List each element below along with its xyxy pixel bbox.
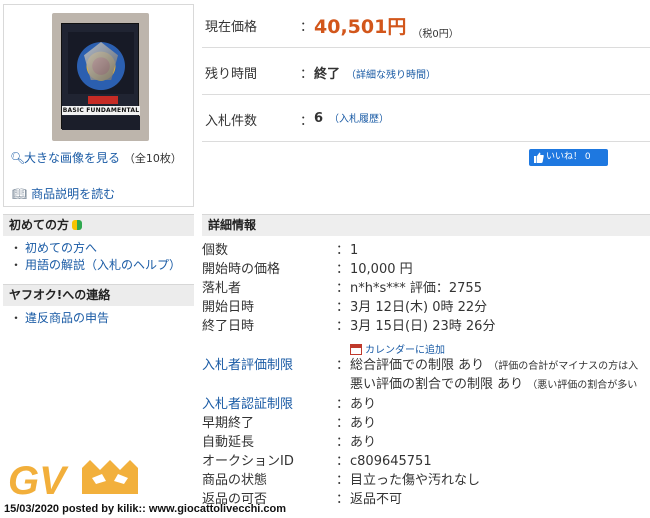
sidebar-item-glossary[interactable]: ・用語の解説（入札のヘルプ） <box>10 257 181 273</box>
colon: ： <box>336 492 350 507</box>
view-large-image-link[interactable]: 大きな画像を見る <box>24 151 120 165</box>
colon: ： <box>336 435 350 450</box>
detail-value: 総合評価での制限 あり <box>350 358 485 373</box>
sidebar-item-label: 初めての方へ <box>25 241 98 255</box>
detail-key: 商品の状態 <box>202 473 268 488</box>
magnifier-icon: 🔍︎ <box>10 151 26 165</box>
like-button[interactable]: いいね！ 0 <box>529 149 608 166</box>
colon: ： <box>300 20 314 35</box>
colon: ： <box>300 114 314 129</box>
current-price-label: 現在価格 <box>205 20 258 35</box>
colon: ： <box>300 67 314 82</box>
time-left-value: 終了 <box>314 67 341 82</box>
bid-count-row: 入札件数 ： 6 （入札履歴） <box>202 96 650 142</box>
detail-value: n*h*s*** 評価：2755 <box>350 281 482 296</box>
detail-key: 早期終了 <box>202 416 255 431</box>
detail-note: （悪い評価の割合が多い <box>527 380 638 391</box>
detail-key: 開始時の価格 <box>202 262 281 277</box>
box-base <box>62 116 140 130</box>
colon: ： <box>336 358 350 373</box>
box-title-strip: BASIC FUNDAMENTAL <box>62 106 140 115</box>
thumbs-up-icon <box>534 152 544 163</box>
detail-value: あり <box>350 397 377 412</box>
colon: ： <box>336 473 350 488</box>
detail-value: 1 <box>350 243 359 258</box>
bid-history-link[interactable]: （入札履歴） <box>329 114 389 125</box>
contact-header-text: ヤフオク!への連絡 <box>9 288 111 302</box>
sidebar-item-label: 用語の解説（入札のヘルプ） <box>25 258 182 272</box>
colon: ： <box>336 319 350 334</box>
detail-note: （評価の合計がマイナスの方は入 <box>488 361 639 372</box>
detail-key: オークションID <box>202 454 294 469</box>
watermark-logo-text: GV <box>8 459 69 502</box>
toy-box-image: BASIC FUNDAMENTAL <box>61 23 140 130</box>
colon: ： <box>336 416 350 431</box>
detail-key: 開始日時 <box>202 300 255 315</box>
read-description-link[interactable]: 商品説明を読む <box>31 187 115 201</box>
product-image-panel: BASIC FUNDAMENTAL <box>3 4 194 207</box>
box-logo <box>88 96 118 104</box>
detail-key: 終了日時 <box>202 319 255 334</box>
add-to-calendar-link[interactable]: カレンダーに追加 <box>350 341 445 356</box>
detail-value: あり <box>350 416 377 431</box>
sidebar-item-report-violation[interactable]: ・違反商品の申告 <box>10 310 109 326</box>
gv-watermark-logo: GV <box>8 459 138 502</box>
colon: ： <box>336 397 350 412</box>
colon: ： <box>336 243 350 258</box>
sidebar-item-beginners-guide[interactable]: ・初めての方へ <box>10 240 97 256</box>
like-count: 0 <box>584 152 591 162</box>
detail-key: 個数 <box>202 243 229 258</box>
price-tax-note: （税0円） <box>412 29 459 40</box>
colon: ： <box>336 300 350 315</box>
beginner-leaf-icon <box>72 219 83 231</box>
bidder-auth-limit-link[interactable]: 入札者認証制限 <box>202 396 293 413</box>
image-count-note: （全10枚） <box>123 152 182 165</box>
read-description: 📖︎ 商品説明を読む <box>12 185 115 202</box>
bid-count-label: 入札件数 <box>205 114 258 129</box>
detail-key: 自動延長 <box>202 435 255 450</box>
colon: ： <box>336 454 350 469</box>
contact-header: ヤフオク!への連絡 <box>3 284 194 306</box>
detail-value: 10,000 円 <box>350 262 413 277</box>
current-price-row: 現在価格 ： 40,501円 （税0円） <box>202 2 650 48</box>
detail-value: c809645751 <box>350 454 432 469</box>
beginners-header-text: 初めての方 <box>9 218 70 232</box>
bidder-rating-limit-link[interactable]: 入札者評価制限 <box>202 357 293 374</box>
current-price-value: 40,501円 <box>314 16 407 38</box>
detail-value: 悪い評価の割合での制限 あり <box>350 377 524 392</box>
beginners-header: 初めての方 <box>3 214 194 236</box>
detailed-time-link[interactable]: （詳細な残り時間） <box>346 70 436 81</box>
detail-key: 落札者 <box>202 281 242 296</box>
time-left-row: 残り時間 ： 終了 （詳細な残り時間） <box>202 49 650 95</box>
view-large-image: 🔍︎大きな画像を見る （全10枚） <box>10 150 190 167</box>
product-thumbnail[interactable]: BASIC FUNDAMENTAL <box>52 13 149 141</box>
bid-count-value: 6 <box>314 111 324 126</box>
time-left-label: 残り時間 <box>205 67 258 82</box>
calendar-icon <box>350 344 362 355</box>
detail-value: 目立った傷や汚れなし <box>350 473 481 488</box>
colon: ： <box>336 281 350 296</box>
sidebar-item-label: 違反商品の申告 <box>25 311 110 325</box>
colon: ： <box>336 262 350 277</box>
book-icon: 📖︎ <box>12 187 28 201</box>
detail-value: 3月 15日(日) 23時 26分 <box>350 319 496 334</box>
detail-value: あり <box>350 435 377 450</box>
like-label: いいね！ <box>546 152 583 162</box>
detail-value: 3月 12日(木) 0時 22分 <box>350 300 488 315</box>
watermark-caption: 15/03/2020 posted by kilik:: www.giocatt… <box>4 503 287 515</box>
calendar-link-label: カレンダーに追加 <box>365 345 445 356</box>
detail-value: 返品不可 <box>350 492 403 507</box>
details-header: 詳細情報 <box>202 214 650 236</box>
